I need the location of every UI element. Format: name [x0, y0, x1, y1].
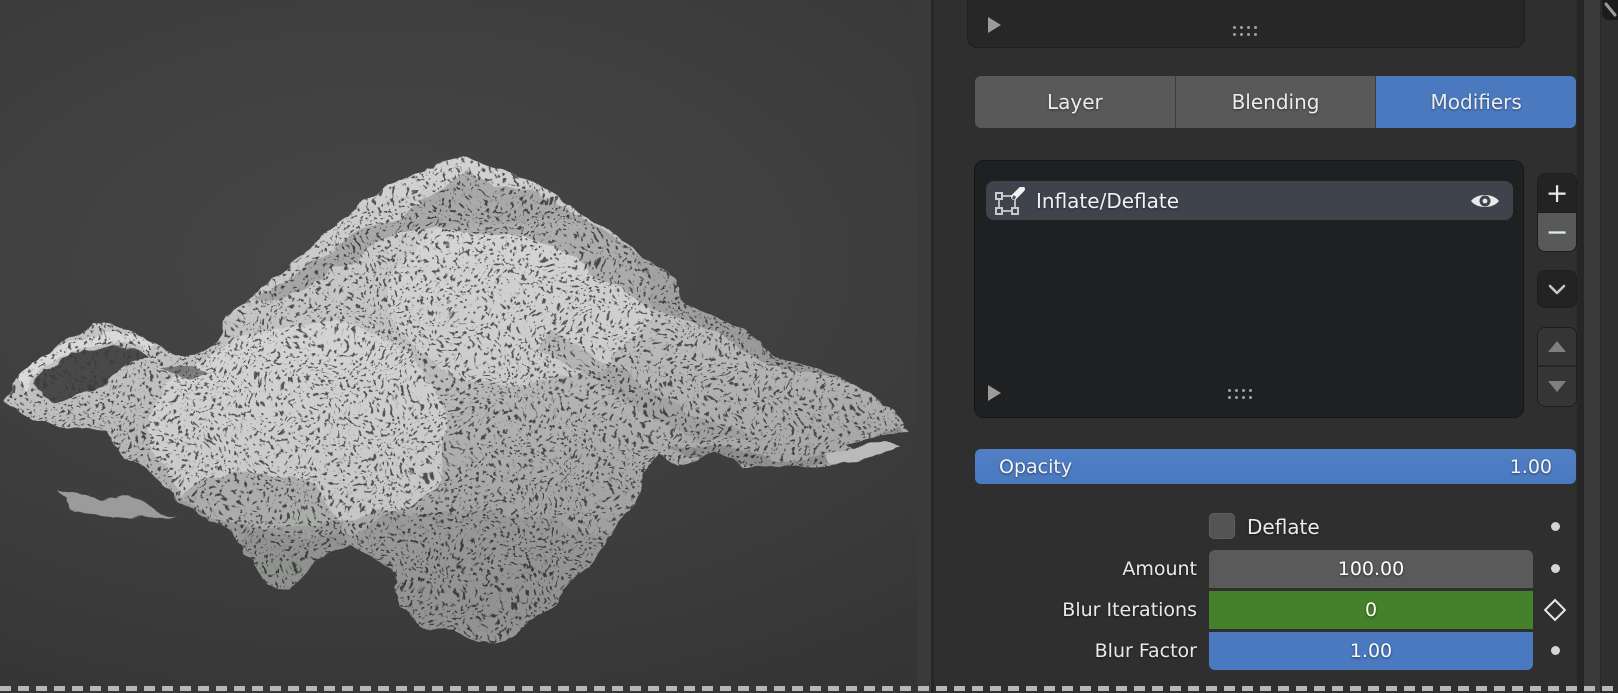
region-corner-widget[interactable]: [1602, 0, 1618, 20]
tab-blending[interactable]: Blending: [1176, 76, 1377, 128]
animate-dot-amount[interactable]: [1551, 564, 1560, 573]
viewport-3d[interactable]: [0, 0, 917, 693]
grip-handle-icon[interactable]: [1233, 26, 1257, 36]
blur-iterations-field[interactable]: 0: [1209, 591, 1533, 629]
list-expand-arrow-icon[interactable]: [988, 385, 1001, 401]
tab-modifiers[interactable]: Modifiers: [1376, 76, 1576, 128]
add-modifier-button[interactable]: +: [1538, 174, 1576, 213]
panel-edge-gap: [1577, 0, 1584, 693]
arrow-up-icon: [1548, 341, 1566, 352]
amount-field[interactable]: 100.00: [1209, 550, 1533, 588]
app-window: Layer Blending Modifiers Inflate/Deflate…: [0, 0, 1618, 693]
opacity-slider[interactable]: Opacity 1.00: [975, 449, 1576, 484]
chevron-down-icon: [1538, 271, 1576, 307]
move-up-button[interactable]: [1538, 328, 1576, 367]
visibility-eye-icon[interactable]: [1469, 190, 1501, 212]
panel-tabs: Layer Blending Modifiers: [975, 76, 1576, 128]
collapsed-panel-header[interactable]: [967, 0, 1525, 48]
opacity-value: 1.00: [1510, 456, 1552, 478]
remove-modifier-button[interactable]: −: [1538, 213, 1576, 252]
animate-dot-blur-factor[interactable]: [1551, 646, 1560, 655]
deflate-checkbox[interactable]: [1209, 513, 1235, 539]
move-down-button[interactable]: [1538, 367, 1576, 406]
arrow-down-icon: [1548, 381, 1566, 392]
blur-iterations-label: Blur Iterations: [975, 591, 1197, 629]
blur-factor-field[interactable]: 1.00: [1209, 632, 1533, 670]
move-modifier-group: [1537, 327, 1577, 407]
sculpted-mesh: [0, 0, 917, 693]
tab-layer[interactable]: Layer: [975, 76, 1176, 128]
diagonal-corner-icon: [1602, 0, 1618, 20]
expand-arrow-icon[interactable]: [988, 17, 1001, 33]
deflate-label: Deflate: [1247, 513, 1320, 540]
animate-dot-deflate[interactable]: [1551, 522, 1560, 531]
region-divider[interactable]: [917, 0, 934, 693]
bottom-dashed-indicator: [0, 686, 1618, 691]
list-grip-handle-icon[interactable]: [1228, 389, 1252, 399]
modifier-list-item[interactable]: Inflate/Deflate: [986, 181, 1513, 220]
opacity-label: Opacity: [999, 456, 1072, 478]
list-add-remove-group: + −: [1537, 173, 1577, 252]
blur-factor-label: Blur Factor: [975, 632, 1197, 670]
scrollbar-track[interactable]: [1584, 0, 1601, 693]
amount-label: Amount: [975, 550, 1197, 588]
list-menu-button[interactable]: [1537, 270, 1577, 308]
modifier-type-icon: [995, 187, 1029, 217]
modifier-name: Inflate/Deflate: [1036, 189, 1179, 213]
